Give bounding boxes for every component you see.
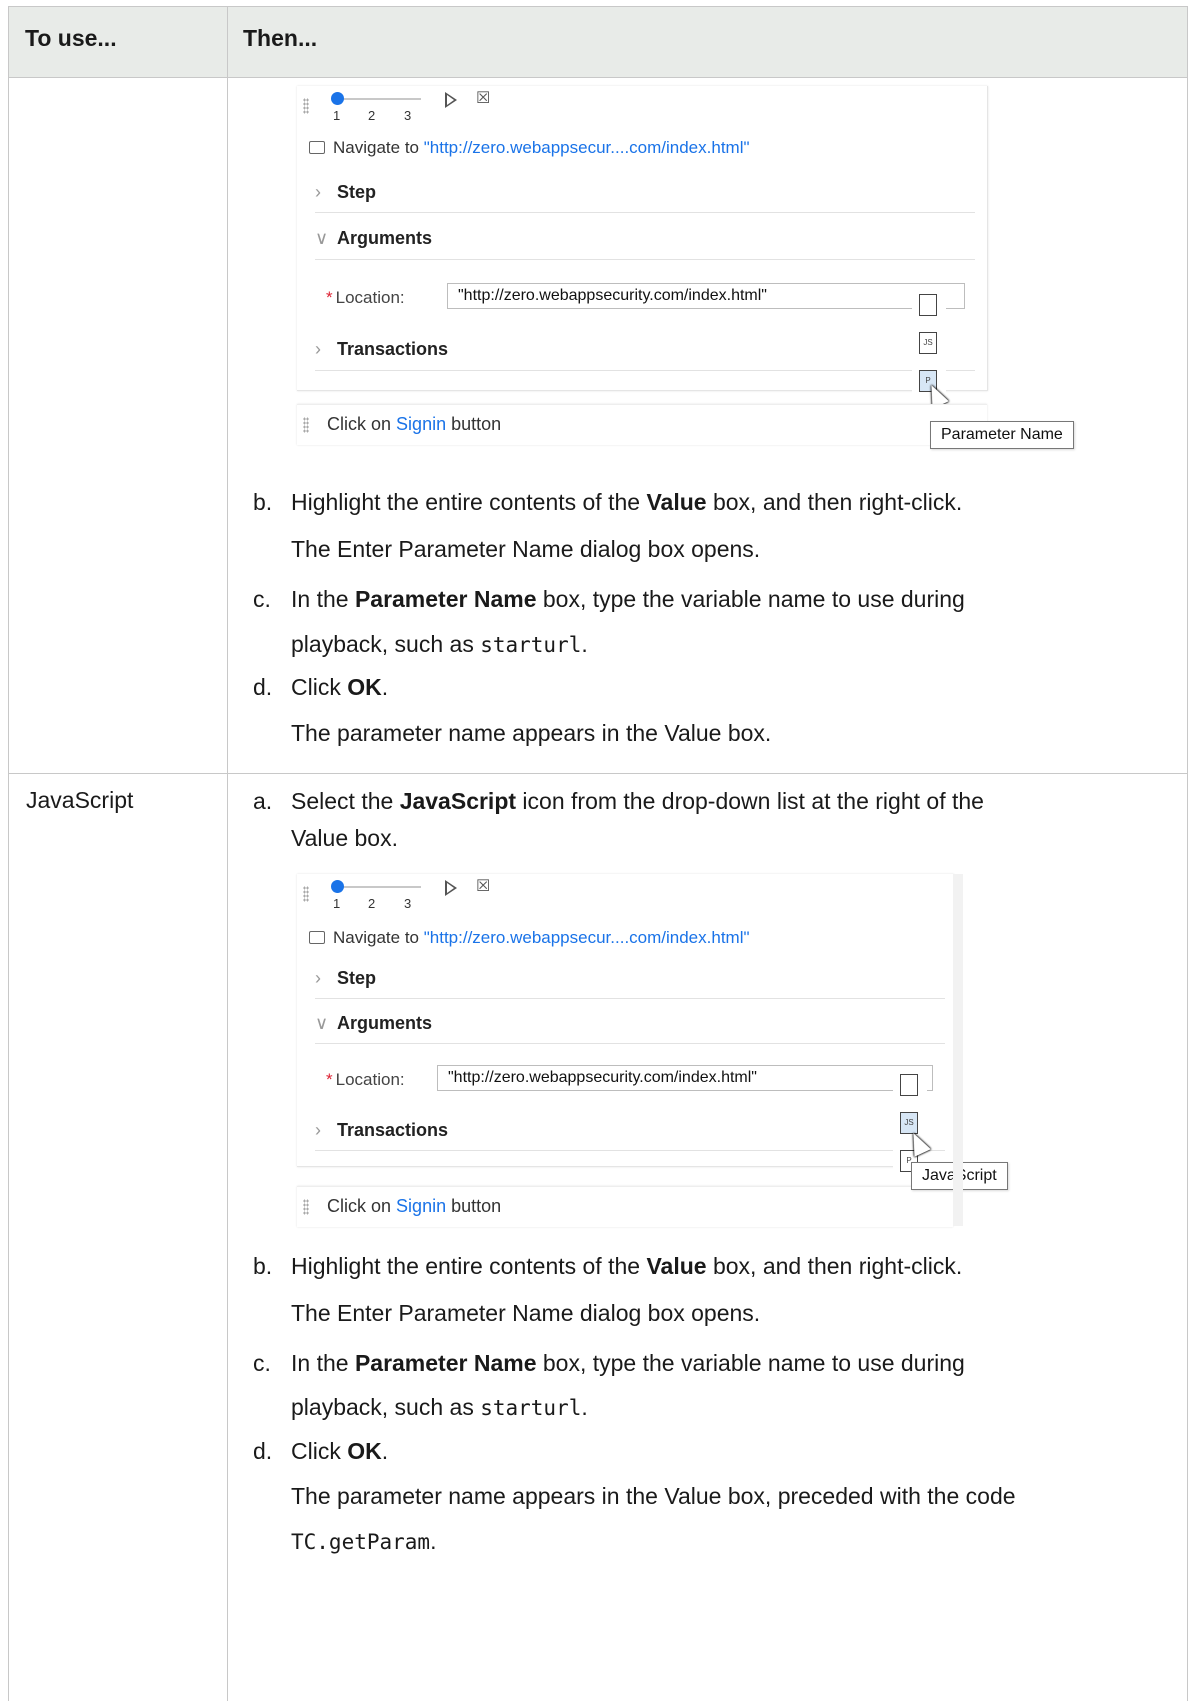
value-type-dropdown[interactable]: JS P — [893, 1066, 927, 1176]
play-icon[interactable] — [445, 92, 457, 108]
col-header-then: Then... — [243, 25, 318, 51]
step-b: b. Highlight the entire contents of the V… — [253, 1253, 963, 1279]
chevron-right-icon: › — [315, 968, 321, 988]
navigate-description: Navigate to "http://zero.webappsecur....… — [309, 138, 750, 158]
slider-knob[interactable] — [331, 880, 344, 893]
toggle-step-icon[interactable]: ☒ — [476, 876, 498, 898]
section-step[interactable]: › Step — [315, 182, 975, 203]
tick-label: 1 — [333, 108, 341, 123]
section-arguments[interactable]: ∨ Arguments — [315, 1013, 945, 1034]
section-step[interactable]: › Step — [315, 968, 945, 989]
section-transactions[interactable]: › Transactions — [315, 339, 975, 360]
location-input[interactable]: "http://zero.webappsecurity.com/index.ht… — [447, 283, 965, 309]
signin-link[interactable]: Signin — [396, 414, 446, 434]
step-panel: 1 2 3 ☒ Navigate to "http://zero.webapps… — [297, 874, 954, 1167]
static-value-icon[interactable] — [919, 294, 937, 316]
step-d: d. Click OK. — [253, 1438, 389, 1464]
step-d: d. Click OK. — [253, 674, 389, 700]
step-d-code-line: TC.getParam. — [291, 1528, 437, 1554]
navigate-url-link[interactable]: "http://zero.webappsecur....com/index.ht… — [424, 138, 750, 157]
click-step-row[interactable]: Click on Signin button — [297, 404, 987, 445]
step-a: a. Select the JavaScript icon from the dr… — [253, 788, 984, 814]
chevron-down-icon: ∨ — [315, 1013, 329, 1033]
code-tc-getparam: TC.getParam — [291, 1530, 431, 1554]
step-a-line2: Value box. — [291, 825, 398, 851]
navigate-url-link[interactable]: "http://zero.webappsecur....com/index.ht… — [424, 928, 750, 947]
row-divider — [9, 773, 1187, 774]
chevron-right-icon: › — [315, 182, 321, 202]
divider — [315, 1150, 945, 1151]
chevron-right-icon: › — [315, 1120, 321, 1140]
step-d-result: The parameter name appears in the Value … — [291, 1483, 1016, 1509]
comment-icon — [309, 141, 325, 154]
comment-icon — [309, 931, 325, 944]
step-b-result: The Enter Parameter Name dialog box open… — [291, 536, 761, 562]
column-divider — [227, 6, 228, 1701]
code-starturl: starturl — [480, 633, 582, 657]
static-value-icon[interactable] — [900, 1074, 918, 1096]
toggle-step-icon[interactable]: ☒ — [476, 88, 498, 110]
col-header-to-use: To use... — [25, 25, 117, 51]
slider-track — [337, 886, 421, 888]
location-label: * Location: — [326, 1070, 405, 1089]
drag-handle-icon[interactable] — [303, 1199, 309, 1215]
location-input[interactable]: "http://zero.webappsecurity.com/index.ht… — [437, 1065, 933, 1091]
play-icon[interactable] — [445, 880, 457, 896]
divider — [315, 212, 975, 213]
step-panel: 1 2 3 ☒ Navigate to "http://zero.webapps… — [297, 86, 988, 391]
step-b-result: The Enter Parameter Name dialog box open… — [291, 1300, 761, 1326]
divider — [315, 370, 975, 371]
tooltip-parameter-name: Parameter Name — [930, 421, 1074, 449]
section-arguments[interactable]: ∨ Arguments — [315, 228, 975, 249]
navigate-description: Navigate to "http://zero.webappsecur....… — [309, 928, 750, 948]
table-header: To use... Then... — [9, 6, 1187, 78]
drag-handle-icon[interactable] — [303, 886, 309, 902]
javascript-icon[interactable]: JS — [919, 332, 937, 354]
row-label-javascript: JavaScript — [26, 787, 134, 813]
click-step-row[interactable]: Click on Signin button — [297, 1186, 953, 1227]
divider — [315, 1043, 945, 1044]
divider — [315, 259, 975, 260]
screenshot-parameter-name: 1 2 3 ☒ Navigate to "http://zero.webapps… — [297, 86, 1074, 464]
scrollbar[interactable] — [953, 874, 963, 1226]
signin-link[interactable]: Signin — [396, 1196, 446, 1216]
drag-handle-icon[interactable] — [303, 417, 309, 433]
tick-label: 3 — [404, 896, 412, 911]
tick-label: 2 — [368, 108, 376, 123]
section-transactions[interactable]: › Transactions — [315, 1120, 945, 1141]
chevron-right-icon: › — [315, 339, 321, 359]
screenshot-javascript: 1 2 3 ☒ Navigate to "http://zero.webapps… — [297, 874, 1008, 1227]
slider-knob[interactable] — [331, 92, 344, 105]
step-d-result: The parameter name appears in the Value … — [291, 720, 772, 746]
step-b: b. Highlight the entire contents of the V… — [253, 489, 963, 515]
tick-label: 1 — [333, 896, 341, 911]
tick-label: 3 — [404, 108, 412, 123]
chevron-down-icon: ∨ — [315, 228, 329, 248]
step-c: c. In the Parameter Name box, type the va… — [253, 1350, 965, 1376]
step-c-line2: playback, such as starturl. — [291, 1394, 588, 1420]
divider — [315, 998, 945, 999]
drag-handle-icon[interactable] — [303, 98, 309, 114]
code-starturl: starturl — [480, 1396, 582, 1420]
slider-track — [337, 98, 421, 100]
tick-label: 2 — [368, 896, 376, 911]
location-label: * Location: — [326, 288, 405, 307]
step-c: c. In the Parameter Name box, type the va… — [253, 586, 965, 612]
step-c-line2: playback, such as starturl. — [291, 631, 588, 657]
